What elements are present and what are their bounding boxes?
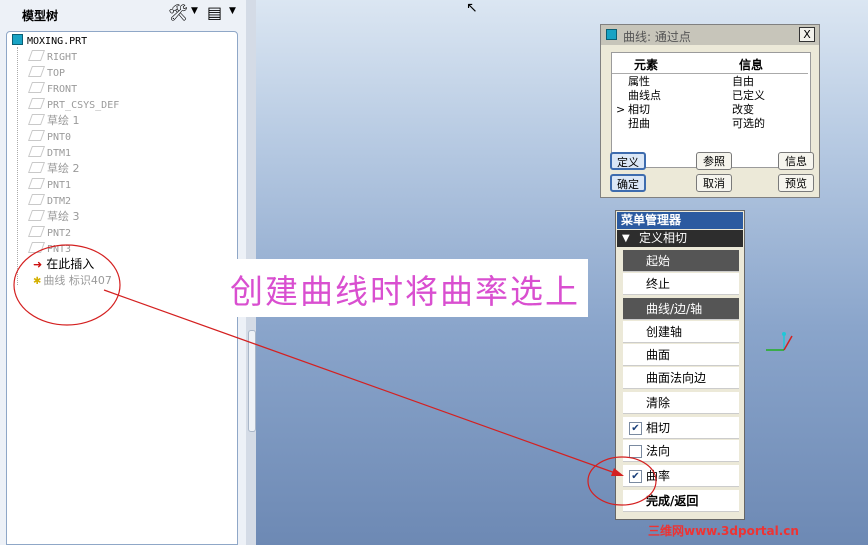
menu-item-surface-normal-edge[interactable]: 曲面法向边 [623,367,739,389]
watermark: 三维网www.3dportal.cn [648,524,799,538]
new-feature-star-icon: ✱ [33,276,42,287]
menu-item-tangent[interactable]: ✔ 相切 [623,417,739,439]
column-header-info: 信息 [739,58,764,72]
menu-manager: 菜单管理器 ▼ 定义相切 起始 终止 曲线/边/轴 创建轴 曲面 曲面法向边 清… [615,210,745,520]
table-row[interactable]: 扭曲 可选的 [612,117,808,131]
table-row[interactable]: 属性 自由 [612,75,808,89]
mouse-cursor-icon: ↖ [466,0,478,16]
menu-item-curve-edge-axis[interactable]: 曲线/边/轴 [623,298,739,320]
datum-plane-icon [27,146,46,157]
tree-item-curve[interactable]: ✱ 曲线 标识407 [33,273,112,288]
checkbox-unchecked-icon[interactable] [629,445,642,458]
dialog-titlebar[interactable]: 曲线: 通过点 X [601,25,819,45]
tree-item[interactable]: PNT1 [27,177,71,192]
ok-button[interactable]: 确定 [610,174,646,192]
chevron-down-icon[interactable]: ▼ [191,6,198,16]
datum-point-icon [27,242,46,253]
tree-item[interactable]: PNT0 [27,129,71,144]
part-icon [12,34,23,45]
menu-item-curvature[interactable]: ✔ 曲率 [623,465,739,487]
menu-item-normal[interactable]: 法向 [623,440,739,462]
annotation-text: 创建曲线时将曲率选上 [230,272,580,311]
datum-point-icon [27,178,46,189]
menu-item-create-axis[interactable]: 创建轴 [623,321,739,343]
insert-here-marker[interactable]: ➜ 在此插入 [33,257,94,272]
tree-item[interactable]: RIGHT [27,49,77,64]
csys-icon [27,98,46,109]
tree-item[interactable]: PRT_CSYS_DEF [27,97,119,112]
dialog-title: 曲线: 通过点 [623,30,691,44]
menu-item-end[interactable]: 终止 [623,273,739,295]
checkbox-checked-icon[interactable]: ✔ [629,422,642,435]
tree-item[interactable]: DTM2 [27,193,71,208]
tree-item[interactable]: 草绘 1 [27,113,80,128]
menu-item-start[interactable]: 起始 [623,250,739,272]
arrow-right-icon: ➜ [33,258,43,271]
coordinate-triad-icon [766,332,793,351]
tree-title: 模型树 [22,9,59,23]
sketch-icon [27,114,46,125]
menu-item-clear[interactable]: 清除 [623,392,739,414]
menu-subtitle[interactable]: ▼ 定义相切 [617,230,743,247]
tree-item[interactable]: FRONT [27,81,77,96]
splitter-handle[interactable] [248,330,256,432]
tree-header: 模型树 🛠 ▼ ▤ ▼ [0,0,246,28]
table-row[interactable]: 曲线点 已定义 [612,89,808,103]
menu-item-surface[interactable]: 曲面 [623,344,739,366]
cancel-button[interactable]: 取消 [696,174,732,192]
show-list-icon[interactable]: ▤ [207,4,222,22]
annotation-box: 创建曲线时将曲率选上 [222,259,588,317]
sketch-icon [27,162,46,173]
dialog-icon [606,29,617,40]
checkbox-checked-icon[interactable]: ✔ [629,470,642,483]
tree-item[interactable]: DTM1 [27,145,71,160]
curve-dialog: 曲线: 通过点 X 元素 信息 属性 自由 曲线点 已定义 > 相切 改变 扭曲 可选的 … [600,24,820,198]
column-header-element: 元素 [634,58,659,72]
chevron-down-icon[interactable]: ▼ [229,6,236,16]
table-row[interactable]: > 相切 改变 [612,103,808,117]
datum-point-icon [27,226,46,237]
collapse-triangle-icon: ▼ [622,233,630,244]
tree-item[interactable]: PNT3 [27,241,71,256]
sketch-icon [27,210,46,221]
tree-guide-line [17,47,18,285]
settings-tools-icon[interactable]: 🛠 [168,4,188,22]
menu-item-done-return[interactable]: 完成/返回 [623,490,739,512]
reference-button[interactable]: 参照 [696,152,732,170]
close-button[interactable]: X [799,27,815,42]
tree-item[interactable]: PNT2 [27,225,71,240]
menu-title: 菜单管理器 [617,212,743,229]
header-divider [612,73,808,74]
datum-plane-icon [27,82,46,93]
tree-item[interactable]: 草绘 3 [27,209,80,224]
datum-plane-icon [27,66,46,77]
define-button[interactable]: 定义 [610,152,646,170]
tree-root[interactable]: MOXING.PRT [12,33,87,48]
datum-plane-icon [27,194,46,205]
datum-plane-icon [27,50,46,61]
element-table: 元素 信息 属性 自由 曲线点 已定义 > 相切 改变 扭曲 可选的 [611,52,811,168]
preview-button[interactable]: 预览 [778,174,814,192]
tree-item[interactable]: TOP [27,65,65,80]
datum-point-icon [27,130,46,141]
info-button[interactable]: 信息 [778,152,814,170]
tree-item[interactable]: 草绘 2 [27,161,80,176]
